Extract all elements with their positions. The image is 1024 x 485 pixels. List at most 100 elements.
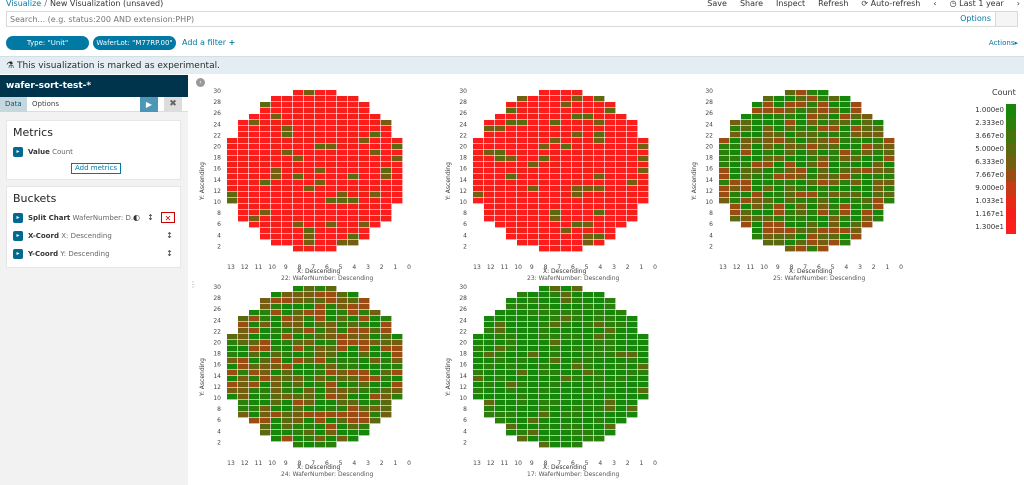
heatmap-cell[interactable] — [561, 316, 572, 322]
heatmap-cell[interactable] — [249, 370, 260, 376]
heatmap-cell[interactable] — [506, 132, 517, 138]
search-options-button[interactable]: Options — [960, 14, 991, 23]
heatmap-cell[interactable] — [392, 168, 403, 174]
heatmap-cell[interactable] — [249, 114, 260, 120]
heatmap-cell[interactable] — [550, 346, 561, 352]
heatmap-cell[interactable] — [763, 192, 774, 198]
heatmap-cell[interactable] — [774, 174, 785, 180]
heatmap-cell[interactable] — [851, 150, 862, 156]
heatmap-cell[interactable] — [315, 162, 326, 168]
heatmap-cell[interactable] — [304, 400, 315, 406]
heatmap-cell[interactable] — [818, 102, 829, 108]
heatmap-cell[interactable] — [326, 90, 337, 96]
heatmap-cell[interactable] — [807, 180, 818, 186]
heatmap-cell[interactable] — [851, 156, 862, 162]
heatmap-cell[interactable] — [583, 316, 594, 322]
heatmap-cell[interactable] — [594, 180, 605, 186]
heatmap-cell[interactable] — [627, 162, 638, 168]
heatmap-cell[interactable] — [550, 406, 561, 412]
heatmap-cell[interactable] — [359, 174, 370, 180]
heatmap-cell[interactable] — [304, 292, 315, 298]
heatmap-cell[interactable] — [627, 138, 638, 144]
heatmap-cell[interactable] — [484, 412, 495, 418]
heatmap-cell[interactable] — [561, 150, 572, 156]
heatmap-cell[interactable] — [348, 96, 359, 102]
heatmap-cell[interactable] — [271, 156, 282, 162]
heatmap-cell[interactable] — [271, 180, 282, 186]
heatmap-cell[interactable] — [260, 388, 271, 394]
heatmap-cell[interactable] — [829, 102, 840, 108]
heatmap-cell[interactable] — [304, 90, 315, 96]
heatmap-cell[interactable] — [238, 156, 249, 162]
heatmap-cell[interactable] — [583, 174, 594, 180]
heatmap-cell[interactable] — [616, 204, 627, 210]
heatmap-cell[interactable] — [348, 174, 359, 180]
heatmap-cell[interactable] — [484, 126, 495, 132]
heatmap-cell[interactable] — [517, 186, 528, 192]
heatmap-cell[interactable] — [818, 156, 829, 162]
heatmap-cell[interactable] — [315, 340, 326, 346]
heatmap-cell[interactable] — [851, 126, 862, 132]
heatmap-cell[interactable] — [583, 346, 594, 352]
heatmap-cell[interactable] — [605, 186, 616, 192]
heatmap-cell[interactable] — [238, 132, 249, 138]
heatmap-cell[interactable] — [616, 192, 627, 198]
heatmap-cell[interactable] — [282, 162, 293, 168]
heatmap-cell[interactable] — [616, 132, 627, 138]
heatmap-cell[interactable] — [752, 114, 763, 120]
heatmap-cell[interactable] — [282, 240, 293, 246]
heatmap-cell[interactable] — [337, 102, 348, 108]
heatmap-cell[interactable] — [381, 162, 392, 168]
heatmap-cell[interactable] — [616, 138, 627, 144]
heatmap-cell[interactable] — [583, 210, 594, 216]
heatmap-cell[interactable] — [616, 114, 627, 120]
heatmap-cell[interactable] — [539, 358, 550, 364]
heatmap-cell[interactable] — [348, 430, 359, 436]
heatmap-cell[interactable] — [495, 132, 506, 138]
heatmap-cell[interactable] — [337, 328, 348, 334]
heatmap-cell[interactable] — [528, 192, 539, 198]
heatmap-cell[interactable] — [719, 156, 730, 162]
heatmap-cell[interactable] — [495, 174, 506, 180]
heatmap-cell[interactable] — [370, 186, 381, 192]
heatmap-cell[interactable] — [572, 234, 583, 240]
heatmap-cell[interactable] — [348, 144, 359, 150]
heatmap-cell[interactable] — [495, 204, 506, 210]
heatmap-cell[interactable] — [370, 210, 381, 216]
heatmap-cell[interactable] — [370, 126, 381, 132]
heatmap-cell[interactable] — [484, 406, 495, 412]
heatmap-cell[interactable] — [594, 156, 605, 162]
heatmap-cell[interactable] — [517, 298, 528, 304]
heatmap-cell[interactable] — [315, 376, 326, 382]
heatmap-cell[interactable] — [583, 180, 594, 186]
heatmap-cell[interactable] — [484, 352, 495, 358]
heatmap-cell[interactable] — [495, 186, 506, 192]
heatmap-cell[interactable] — [359, 400, 370, 406]
heatmap-cell[interactable] — [572, 436, 583, 442]
heatmap-cell[interactable] — [260, 316, 271, 322]
heatmap-cell[interactable] — [359, 120, 370, 126]
remove-icon[interactable]: ✕ — [161, 212, 175, 223]
heatmap-cell[interactable] — [282, 394, 293, 400]
heatmap-cell[interactable] — [605, 210, 616, 216]
filter-pill-type[interactable]: Type: "Unit" — [6, 36, 89, 50]
heatmap-cell[interactable] — [594, 138, 605, 144]
heatmap-cell[interactable] — [484, 334, 495, 340]
heatmap-cell[interactable] — [774, 222, 785, 228]
heatmap-cell[interactable] — [473, 168, 484, 174]
heatmap-cell[interactable] — [506, 322, 517, 328]
heatmap-cell[interactable] — [539, 286, 550, 292]
heatmap-cell[interactable] — [304, 376, 315, 382]
heatmap-cell[interactable] — [561, 156, 572, 162]
heatmap-cell[interactable] — [796, 192, 807, 198]
heatmap-cell[interactable] — [282, 382, 293, 388]
heatmap-cell[interactable] — [528, 240, 539, 246]
heatmap-cell[interactable] — [304, 364, 315, 370]
heatmap-cell[interactable] — [840, 216, 851, 222]
heatmap-cell[interactable] — [370, 156, 381, 162]
heatmap-cell[interactable] — [271, 304, 282, 310]
heatmap-cell[interactable] — [381, 322, 392, 328]
heatmap-cell[interactable] — [627, 204, 638, 210]
heatmap-cell[interactable] — [829, 234, 840, 240]
heatmap-cell[interactable] — [539, 222, 550, 228]
